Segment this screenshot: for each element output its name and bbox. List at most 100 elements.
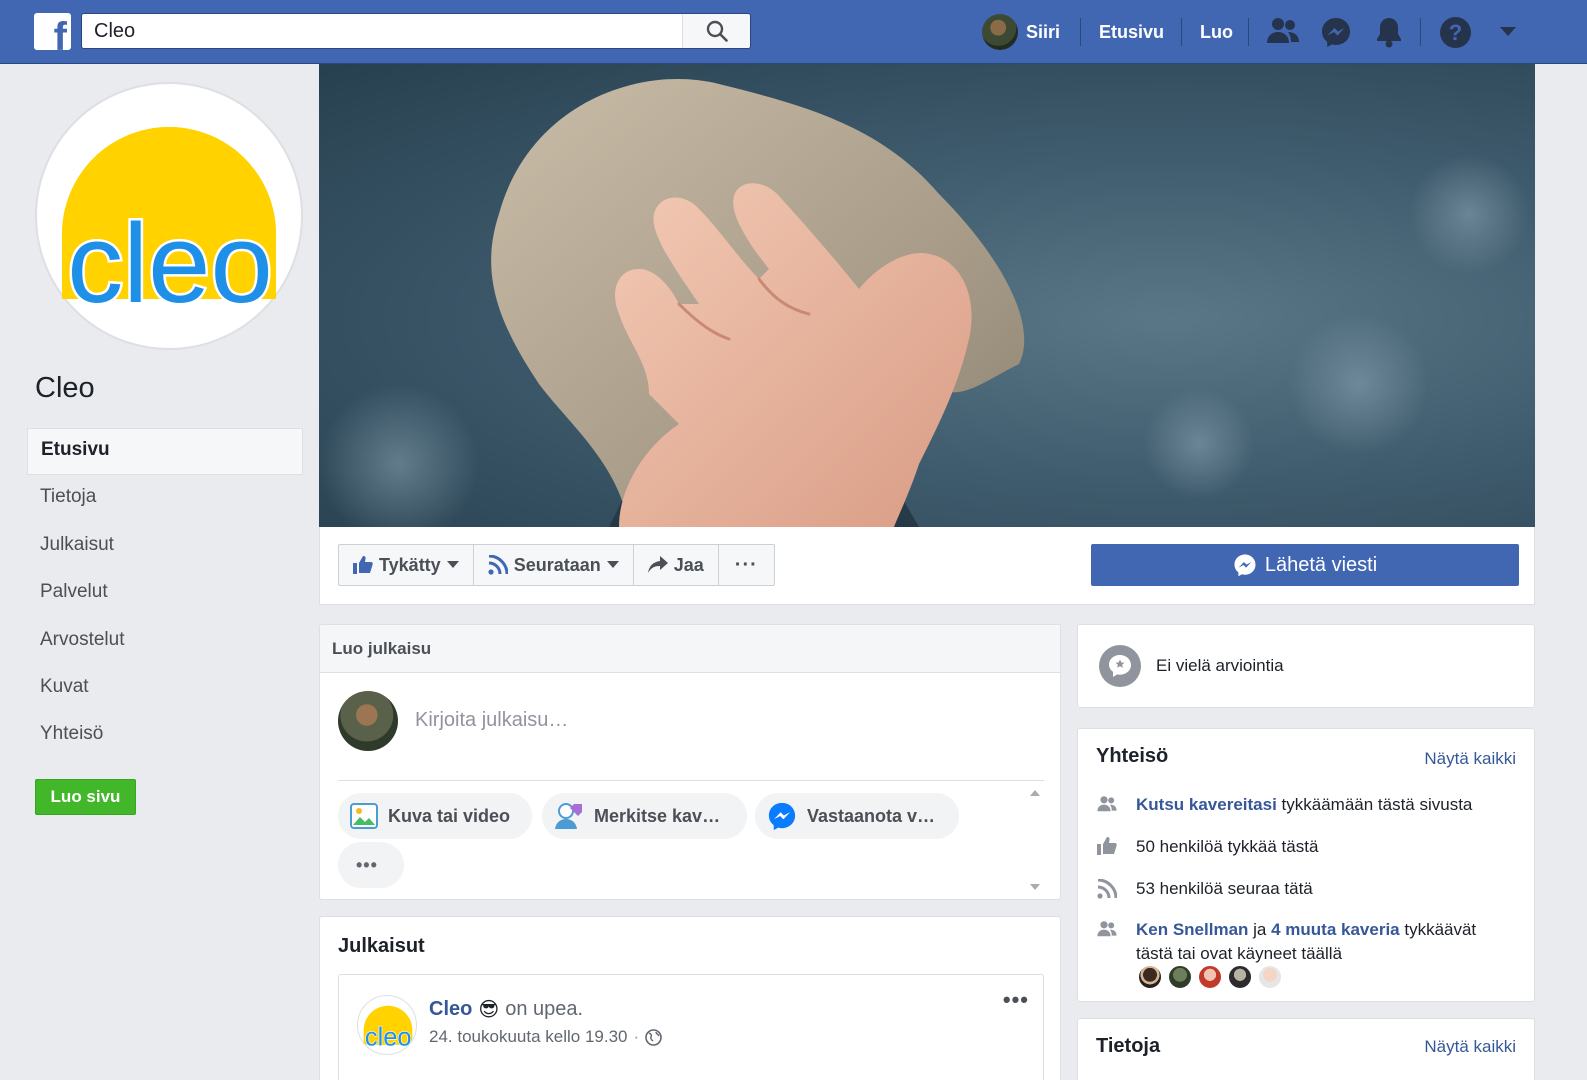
more-options-button[interactable]: ••• xyxy=(338,842,404,888)
more-dots-icon: ··· xyxy=(734,553,758,576)
search-button[interactable] xyxy=(682,14,750,48)
friend-avatar[interactable] xyxy=(1258,965,1282,989)
cover-image-hand-wiping-window xyxy=(319,79,1529,527)
invite-friends-text: tykkäämään tästä sivusta xyxy=(1276,795,1473,814)
liked-button[interactable]: Tykätty xyxy=(339,545,474,585)
user-name: Siiri xyxy=(1026,21,1061,42)
scroll-up-icon[interactable] xyxy=(1030,790,1040,796)
receive-messages-label: Vastaanota v… xyxy=(807,805,936,826)
caret-down-icon xyxy=(606,561,619,568)
invite-friends-row: Kutsu kavereitasi tykkäämään tästä sivus… xyxy=(1096,793,1516,817)
friend-avatar[interactable] xyxy=(1168,965,1192,989)
create-page-button[interactable]: Luo sivu xyxy=(35,779,136,815)
globe-public-icon xyxy=(645,1028,662,1046)
page-action-bar: Tykätty Seurataan Jaa ··· Lähetä viesti xyxy=(319,527,1535,605)
photo-video-label: Kuva tai video xyxy=(388,805,511,826)
about-title: Tietoja xyxy=(1096,1035,1161,1057)
home-link[interactable]: Etusivu xyxy=(1099,22,1164,43)
tag-friends-button[interactable]: Merkitse kav… xyxy=(542,793,747,839)
sidebar-item-about[interactable]: Tietoja xyxy=(27,475,303,522)
share-label: Jaa xyxy=(673,554,704,575)
post-author-avatar[interactable]: cleo xyxy=(357,995,417,1055)
sidebar-item-services[interactable]: Palvelut xyxy=(27,570,303,617)
rss-follow-icon xyxy=(1097,879,1117,899)
liked-label: Tykätty xyxy=(379,554,441,575)
search-input[interactable] xyxy=(82,14,682,48)
community-card: Yhteisö Näytä kaikki Kutsu kavereitasi t… xyxy=(1077,728,1535,1002)
notifications-bell-icon[interactable] xyxy=(1375,16,1403,48)
logo-wordmark: cleo xyxy=(365,1024,412,1052)
following-button[interactable]: Seurataan xyxy=(474,545,634,585)
user-avatar xyxy=(982,14,1018,50)
send-message-label: Lähetä viesti xyxy=(1264,553,1378,576)
friend-avatars xyxy=(1138,965,1282,989)
tag-friends-icon xyxy=(555,803,582,829)
friend-avatar[interactable] xyxy=(1138,965,1162,989)
sidebar-item-reviews[interactable]: Arvostelut xyxy=(27,618,303,665)
conjunction-text: ja xyxy=(1248,920,1272,939)
sidebar-item-community[interactable]: Yhteisö xyxy=(27,712,303,759)
photo-video-button[interactable]: Kuva tai video xyxy=(338,793,532,839)
sidebar-item-home[interactable]: Etusivu xyxy=(27,428,303,475)
cover-photo[interactable] xyxy=(319,64,1535,527)
messenger-icon[interactable] xyxy=(1320,16,1352,48)
post-card: cleo Cleo 😎 on upea. 24. toukokuuta kell… xyxy=(338,974,1044,1080)
page-action-buttons: Tykätty Seurataan Jaa ··· xyxy=(338,544,775,586)
post-time-link[interactable]: 24. toukokuuta kello 19.30 xyxy=(429,1027,627,1047)
create-post-card: Luo julkaisu Kirjoita julkaisu… Kuva tai… xyxy=(319,624,1061,900)
messenger-icon xyxy=(1234,554,1256,577)
cool-emoji-icon: 😎 xyxy=(478,999,500,1021)
share-button[interactable]: Jaa xyxy=(634,545,719,585)
search-icon xyxy=(706,20,728,42)
posts-section: Julkaisut cleo Cleo 😎 on upea. 24. touko… xyxy=(319,916,1061,1080)
community-see-all-link[interactable]: Näytä kaikki xyxy=(1424,749,1516,769)
post-text-input[interactable]: Kirjoita julkaisu… xyxy=(415,709,568,732)
share-arrow-icon xyxy=(647,556,668,573)
thumbs-up-icon xyxy=(353,556,373,574)
post-options-button[interactable]: ••• xyxy=(1003,987,1029,1013)
page-sidebar-nav: Etusivu Tietoja Julkaisut Palvelut Arvos… xyxy=(27,428,303,760)
scroll-down-icon[interactable] xyxy=(1030,884,1040,890)
composer-options: Kuva tai video Merkitse kav… Vastaanota … xyxy=(338,780,1044,899)
caret-down-icon xyxy=(446,561,459,568)
follows-count-row: 53 henkilöä seuraa tätä xyxy=(1096,877,1516,901)
page-title[interactable]: Cleo xyxy=(35,372,95,405)
review-speech-icon xyxy=(1099,645,1141,687)
create-link[interactable]: Luo xyxy=(1200,22,1233,43)
sidebar-item-posts[interactable]: Julkaisut xyxy=(27,523,303,570)
messenger-icon xyxy=(768,802,796,831)
account-menu-caret-icon[interactable] xyxy=(1500,27,1516,37)
sidebar-item-photos[interactable]: Kuvat xyxy=(27,665,303,712)
friend-avatar[interactable] xyxy=(1228,965,1252,989)
post-author-link[interactable]: Cleo xyxy=(429,998,472,1021)
help-icon[interactable]: ? xyxy=(1440,17,1471,48)
post-timestamp: 24. toukokuuta kello 19.30 · xyxy=(429,1027,662,1047)
friend-avatar[interactable] xyxy=(1198,965,1222,989)
about-see-all-link[interactable]: Näytä kaikki xyxy=(1424,1037,1516,1057)
receive-messages-button[interactable]: Vastaanota v… xyxy=(755,793,959,839)
tag-friends-label: Merkitse kav… xyxy=(594,805,721,826)
composer-user-avatar xyxy=(338,691,398,751)
photo-icon xyxy=(350,803,378,829)
cleo-logo: cleo xyxy=(62,127,276,329)
likes-count-text: 50 henkilöä tykkää tästä xyxy=(1136,837,1319,856)
divider xyxy=(1181,18,1182,46)
posts-title: Julkaisut xyxy=(338,935,425,957)
friend-requests-icon[interactable] xyxy=(1266,16,1300,46)
create-post-title: Luo julkaisu xyxy=(320,625,1060,673)
page-profile-picture[interactable]: cleo xyxy=(35,82,303,350)
post-header: Cleo 😎 on upea. xyxy=(429,997,583,1022)
profile-link[interactable]: Siiri xyxy=(982,0,1060,64)
other-friends-link[interactable]: 4 muuta kaveria xyxy=(1271,920,1400,939)
follows-count-text: 53 henkilöä seuraa tätä xyxy=(1136,879,1313,898)
facebook-logo-icon[interactable]: f xyxy=(34,13,71,50)
friends-icon xyxy=(1097,796,1117,812)
top-navigation-bar: f Siiri Etusivu Luo ? xyxy=(0,0,1587,64)
friend-name-link[interactable]: Ken Snellman xyxy=(1136,920,1248,939)
no-reviews-text: Ei vielä arviointia xyxy=(1156,656,1284,675)
send-message-button[interactable]: Lähetä viesti xyxy=(1091,544,1519,586)
likes-count-row: 50 henkilöä tykkää tästä xyxy=(1096,835,1516,859)
invite-friends-link[interactable]: Kutsu kavereitasi xyxy=(1136,795,1277,814)
more-actions-button[interactable]: ··· xyxy=(719,545,774,585)
about-card: Tietoja Näytä kaikki xyxy=(1077,1018,1535,1080)
